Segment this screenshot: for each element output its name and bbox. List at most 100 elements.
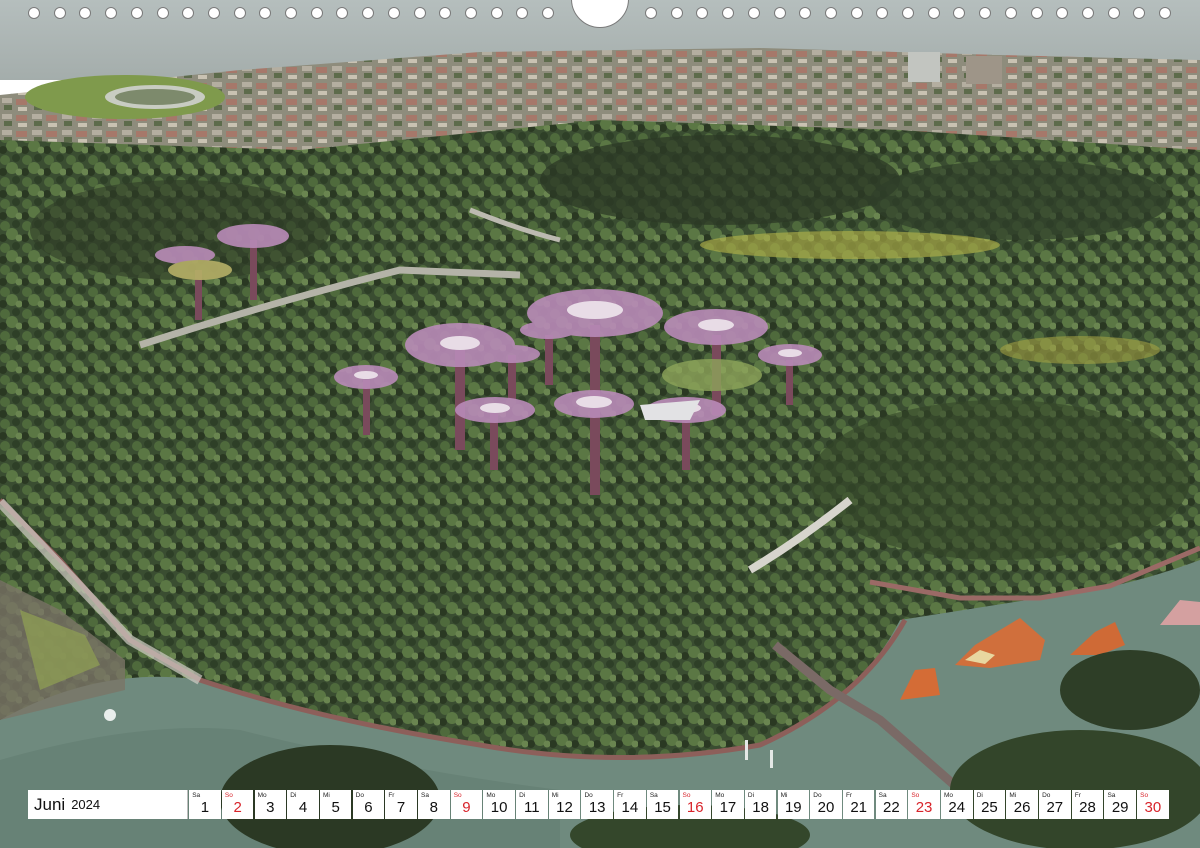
binding-hole bbox=[1004, 7, 1017, 19]
calendar-strip: Juni 2024 Sa 1 So 2 Mo 3 Di 4 Mi 5 Do 6 Fr 7 Sa 8 So 9 Mo 1… bbox=[28, 790, 1169, 819]
binding-hole bbox=[130, 7, 143, 19]
calendar-day: Di 4 bbox=[287, 790, 319, 819]
binding-hole bbox=[490, 7, 503, 19]
day-number: 1 bbox=[200, 799, 210, 816]
binding-hole bbox=[696, 7, 709, 19]
calendar-day: Mo 24 bbox=[941, 790, 973, 819]
binding-hole bbox=[285, 7, 297, 19]
weekday-abbr: Di bbox=[976, 792, 983, 799]
binding-hole bbox=[464, 7, 477, 19]
day-number: 3 bbox=[266, 799, 275, 816]
weekday-abbr: Mi bbox=[551, 792, 559, 799]
weekday-abbr: Do bbox=[584, 792, 593, 799]
weekday-abbr: Mo bbox=[257, 792, 267, 799]
day-number: 27 bbox=[1046, 799, 1064, 816]
weekday-abbr: Mo bbox=[486, 792, 496, 799]
binding-hole bbox=[1159, 7, 1171, 19]
weekday-abbr: Sa bbox=[421, 792, 429, 799]
binding-hole bbox=[233, 7, 246, 19]
binding-hole bbox=[207, 7, 220, 19]
weekday-abbr: Sa bbox=[192, 792, 201, 799]
calendar-day: Mi 12 bbox=[548, 790, 581, 819]
calendar-day: Mo 3 bbox=[254, 790, 287, 819]
day-number: 12 bbox=[556, 799, 573, 816]
calendar-day: Do 20 bbox=[810, 790, 842, 819]
day-number: 10 bbox=[490, 799, 508, 816]
calendar-day: So 16 bbox=[679, 790, 711, 819]
calendar-day: Di 25 bbox=[973, 790, 1006, 819]
calendar-day: Di 11 bbox=[516, 790, 548, 819]
day-number: 9 bbox=[462, 799, 471, 816]
calendar-day: Sa 8 bbox=[418, 790, 450, 819]
day-number: 23 bbox=[915, 799, 933, 816]
calendar-day: Di 18 bbox=[744, 790, 777, 819]
weekday-abbr: So bbox=[453, 792, 462, 799]
day-number: 29 bbox=[1111, 799, 1129, 816]
binding-hole bbox=[53, 7, 66, 19]
binding-hole bbox=[850, 7, 863, 19]
calendar-day: Do 27 bbox=[1039, 790, 1071, 819]
calendar-day: Sa 22 bbox=[875, 790, 908, 819]
binding-hole bbox=[1081, 7, 1094, 19]
binding-hole bbox=[156, 7, 169, 19]
binding-hole bbox=[79, 7, 92, 19]
binding-hole bbox=[516, 7, 529, 19]
calendar-day: Fr 14 bbox=[614, 790, 646, 819]
binding-hole bbox=[979, 7, 992, 19]
binding-hole bbox=[773, 7, 786, 19]
day-number: 5 bbox=[331, 799, 340, 816]
weekday-abbr: Mi bbox=[1009, 792, 1017, 799]
day-number: 18 bbox=[752, 799, 769, 816]
calendar-day: Sa 15 bbox=[646, 790, 679, 819]
calendar-day: Fr 7 bbox=[385, 790, 417, 819]
weekday-abbr: Fr bbox=[845, 792, 853, 799]
weekday-abbr: Fr bbox=[388, 792, 395, 799]
binding-hole bbox=[336, 7, 349, 19]
weekday-abbr: Fr bbox=[617, 792, 624, 799]
weekday-abbr: Do bbox=[355, 792, 364, 799]
binding-hole bbox=[439, 7, 452, 19]
binding-hole bbox=[28, 7, 40, 19]
month-label-cell: Juni 2024 bbox=[28, 790, 188, 819]
binding-hole bbox=[310, 7, 323, 19]
binding-hole bbox=[799, 7, 812, 19]
binding-hole bbox=[1107, 7, 1120, 19]
calendar-day: Mo 17 bbox=[712, 790, 744, 819]
day-number: 25 bbox=[981, 799, 998, 816]
day-number: 8 bbox=[429, 799, 438, 816]
aerial-photo-gardens bbox=[0, 0, 1200, 848]
day-number: 7 bbox=[396, 799, 406, 816]
binding-hole bbox=[1133, 7, 1146, 19]
day-number: 15 bbox=[654, 799, 671, 816]
weekday-abbr: So bbox=[911, 792, 920, 799]
calendar-day: Sa 29 bbox=[1104, 790, 1136, 819]
binding-hole bbox=[1030, 7, 1043, 19]
weekday-abbr: Sa bbox=[649, 792, 658, 799]
binding-hole bbox=[722, 7, 735, 19]
day-number: 20 bbox=[817, 799, 835, 816]
weekday-abbr: Sa bbox=[878, 792, 887, 799]
binding-hole bbox=[824, 7, 837, 19]
weekday-abbr: Mi bbox=[780, 792, 788, 799]
calendar-day: Do 13 bbox=[581, 790, 613, 819]
binding-hole bbox=[542, 7, 554, 19]
day-number: 24 bbox=[948, 799, 966, 816]
weekday-abbr: Mo bbox=[944, 792, 954, 799]
calendar-day: Fr 21 bbox=[842, 790, 875, 819]
weekday-abbr: So bbox=[224, 792, 233, 799]
binding-hole bbox=[1056, 7, 1069, 19]
weekday-abbr: So bbox=[682, 792, 691, 799]
day-number: 16 bbox=[686, 799, 704, 816]
day-number: 30 bbox=[1144, 799, 1162, 816]
day-number: 13 bbox=[588, 799, 606, 816]
calendar-day: So 30 bbox=[1137, 790, 1169, 819]
day-number: 17 bbox=[719, 799, 737, 816]
calendar-day: Mo 10 bbox=[483, 790, 515, 819]
weekday-abbr: Di bbox=[290, 792, 297, 799]
month-name: Juni bbox=[34, 794, 66, 814]
day-number: 28 bbox=[1079, 799, 1096, 816]
year: 2024 bbox=[71, 797, 101, 812]
photo-illustration bbox=[0, 0, 1200, 848]
binding-hole bbox=[105, 7, 118, 19]
binding-hole bbox=[876, 7, 889, 19]
